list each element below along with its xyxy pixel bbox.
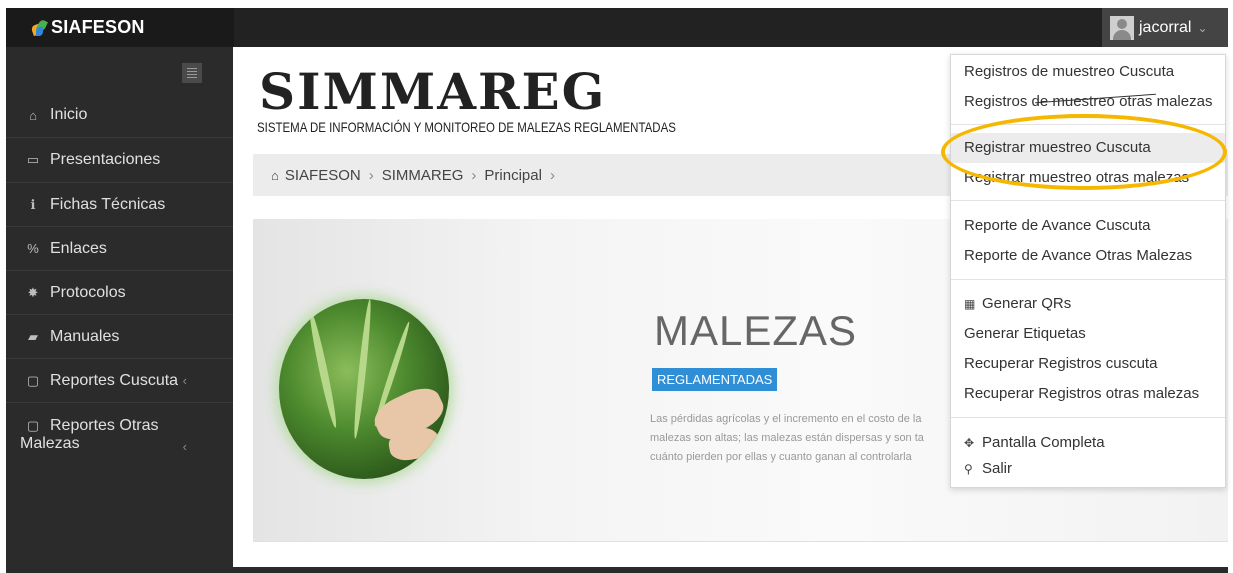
sidebar-item-label: Inicio <box>50 106 88 123</box>
sidebar-item-label: Enlaces <box>50 239 107 257</box>
hero-description: Las pérdidas agrícolas y el incremento e… <box>650 410 950 467</box>
breadcrumb-item-simmareg[interactable]: SIMMAREG <box>382 167 464 184</box>
key-icon: ⚲ <box>964 462 973 476</box>
top-navbar: SIAFESON jacorral ⌄ <box>6 8 1228 47</box>
brand[interactable]: SIAFESON <box>6 8 234 47</box>
sidebar-item-inicio[interactable]: ⌂ Inicio <box>6 93 233 138</box>
qr-code-icon: ▦ <box>964 297 976 311</box>
sidebar-item-reportes-otras-malezas[interactable]: ▢ Reportes Otras Malezas ‹ <box>6 403 233 467</box>
sidebar-item-enlaces[interactable]: % Enlaces <box>6 227 233 271</box>
page-title: SIMMAREG <box>259 62 607 121</box>
sidebar-item-label: Protocolos <box>50 283 126 301</box>
avatar <box>1110 15 1134 40</box>
sidebar: ⌂ Inicio ▭ Presentaciones ℹ Fichas Técni… <box>6 47 233 567</box>
info-icon: ℹ <box>30 196 36 212</box>
sidebar-item-label: Fichas Técnicas <box>50 195 166 213</box>
sidebar-toggle-button[interactable] <box>182 63 202 83</box>
menu-item-recuperar-otras-malezas[interactable]: Recuperar Registros otras malezas <box>951 379 1225 409</box>
user-menu-toggle[interactable]: jacorral ⌄ <box>1102 8 1228 47</box>
hero-badge: REGLAMENTADAS <box>652 368 778 391</box>
menu-item-salir[interactable]: ⚲ Salir <box>951 454 1225 484</box>
username: jacorral <box>1139 18 1192 36</box>
sidebar-item-label: Presentaciones <box>50 151 161 168</box>
home-icon: ⌂ <box>271 167 279 183</box>
sidebar-item-label: Reportes Otras <box>50 417 159 434</box>
file-icon: ▢ <box>26 372 40 388</box>
hero-heading: MALEZAS <box>654 307 858 354</box>
menu-item-label: Generar QRs <box>982 295 1072 312</box>
sidebar-item-label: Reportes Cuscuta <box>50 371 179 389</box>
brand-name: SIAFESON <box>51 17 145 37</box>
page-subtitle: SISTEMA DE INFORMACIÓN Y MONITOREO DE MA… <box>257 119 676 135</box>
menu-item-reporte-avance-cuscuta[interactable]: Reporte de Avance Cuscuta <box>951 211 1225 241</box>
menu-item-label: Pantalla Completa <box>982 434 1105 451</box>
menu-item-registros-cuscuta[interactable]: Registros de muestreo Cuscuta <box>951 57 1225 87</box>
menu-item-registros-otras-malezas[interactable]: Registros de muestreo otras malezas <box>951 87 1225 117</box>
breadcrumb-separator: › <box>471 166 477 184</box>
hero-line: cuánto pierden por ellas y cuanto ganan … <box>650 451 912 463</box>
breadcrumb-item-siafeson[interactable]: SIAFESON <box>285 167 361 184</box>
siafeson-logo-icon <box>30 18 48 37</box>
sidebar-item-presentaciones[interactable]: ▭ Presentaciones <box>6 138 233 183</box>
weed-photo <box>279 299 449 479</box>
sidebar-item-fichas-tecnicas[interactable]: ℹ Fichas Técnicas <box>6 183 233 227</box>
chevron-left-icon: ‹ <box>182 439 187 454</box>
sidebar-item-label-line2: Malezas <box>20 435 80 452</box>
menu-item-generar-etiquetas[interactable]: Generar Etiquetas <box>951 319 1225 349</box>
breadcrumb-separator: › <box>549 166 555 184</box>
menu-divider <box>951 417 1225 418</box>
bottom-bar <box>6 567 1228 573</box>
home-icon: ⌂ <box>29 107 37 123</box>
menu-item-label: Salir <box>982 460 1013 477</box>
sidebar-item-reportes-cuscuta[interactable]: ▢ Reportes Cuscuta ‹ <box>6 359 233 403</box>
file-icon: ▢ <box>26 418 40 433</box>
menu-item-recuperar-cuscuta[interactable]: Recuperar Registros cuscuta <box>951 349 1225 379</box>
breadcrumb-item-principal[interactable]: Principal <box>484 167 542 184</box>
sidebar-item-manuales[interactable]: ▰ Manuales <box>6 315 233 359</box>
sidebar-item-label: Manuales <box>50 327 120 345</box>
hero-line: Las pérdidas agrícolas y el incremento e… <box>650 413 922 425</box>
menu-item-generar-qrs[interactable]: ▦ Generar QRs <box>951 289 1225 319</box>
breadcrumb-separator: › <box>368 166 374 184</box>
link-icon: % <box>27 241 39 256</box>
book-icon: ▰ <box>28 328 38 344</box>
chevron-down-icon: ⌄ <box>1197 20 1208 35</box>
folder-icon: ▭ <box>26 152 40 167</box>
gear-icon: ✸ <box>27 284 39 300</box>
chevron-left-icon: ‹ <box>182 373 187 388</box>
menu-divider <box>951 279 1225 280</box>
menu-divider <box>951 200 1225 201</box>
sidebar-item-protocolos[interactable]: ✸ Protocolos <box>6 271 233 315</box>
menu-item-reporte-avance-otras-malezas[interactable]: Reporte de Avance Otras Malezas <box>951 241 1225 271</box>
hero-line: malezas son altas; las malezas están dis… <box>650 432 924 444</box>
highlight-annotation <box>941 114 1227 190</box>
